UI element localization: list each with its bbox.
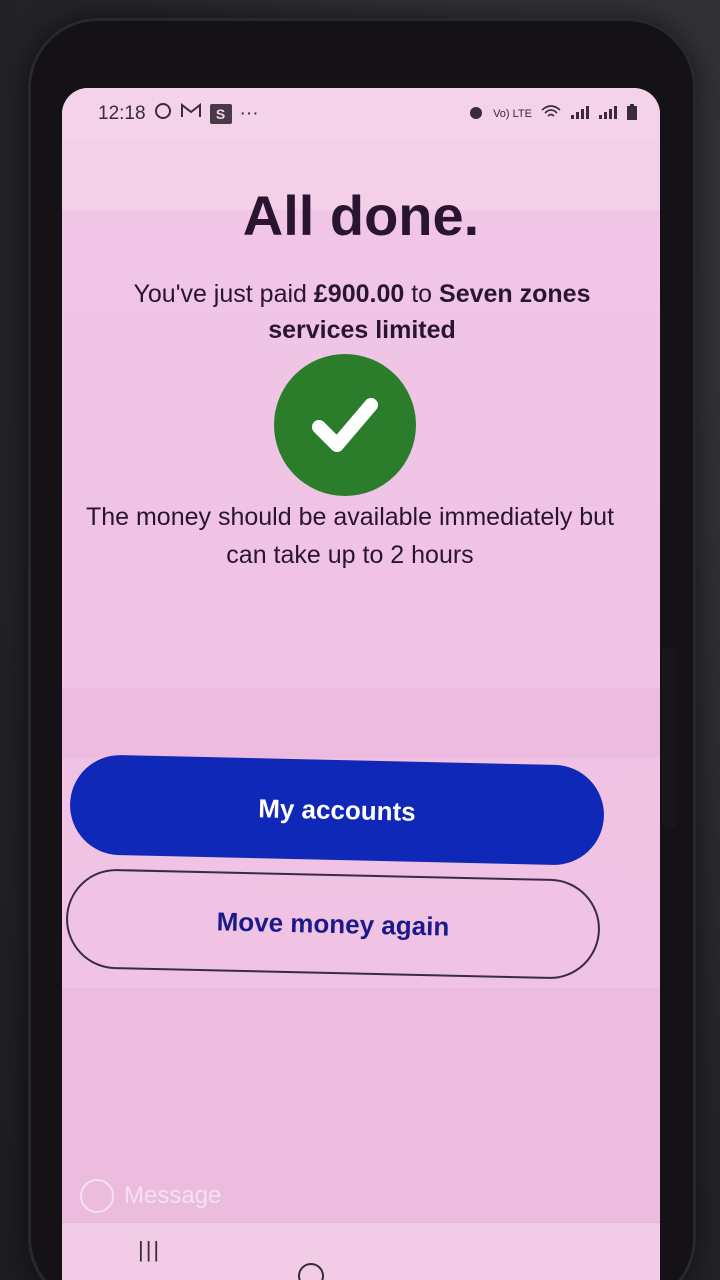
alarm-icon bbox=[467, 103, 485, 125]
message-field: Message bbox=[80, 1168, 440, 1224]
availability-info: The money should be available immediatel… bbox=[85, 503, 615, 569]
my-accounts-button[interactable]: My accounts bbox=[68, 753, 606, 867]
background-overlay bbox=[62, 688, 660, 758]
payment-amount: £900.00 bbox=[313, 280, 405, 308]
status-left: 12:18 S ··· bbox=[98, 102, 259, 126]
navigation-bar: ||| bbox=[62, 1222, 660, 1280]
signal-icon bbox=[570, 104, 590, 124]
page-title: All done. bbox=[242, 184, 480, 247]
recent-apps-button[interactable]: ||| bbox=[138, 1237, 161, 1263]
home-button[interactable] bbox=[298, 1263, 324, 1280]
network-type: Vo) LTE bbox=[493, 108, 532, 120]
wifi-icon bbox=[540, 104, 562, 124]
paid-prefix: You've just paid bbox=[133, 280, 307, 308]
gmail-icon bbox=[180, 102, 202, 125]
emoji-icon bbox=[80, 1179, 114, 1213]
move-money-again-button[interactable]: Move money again bbox=[64, 867, 602, 981]
status-bar: 12:18 S ··· Vo) LTE bbox=[62, 88, 660, 140]
battery-icon bbox=[626, 103, 638, 125]
whatsapp-icon bbox=[154, 102, 172, 126]
phone-side-button bbox=[662, 648, 676, 828]
phone-screen: 12:18 S ··· Vo) LTE All done. You've jus… bbox=[62, 88, 660, 1280]
signal-icon-2 bbox=[598, 104, 618, 124]
s-app-icon: S bbox=[209, 104, 232, 124]
more-notifications: ··· bbox=[239, 103, 259, 124]
status-time: 12:18 bbox=[98, 103, 146, 124]
payment-summary: You've just paid £900.00 to Seven zones … bbox=[92, 276, 632, 348]
status-right: Vo) LTE bbox=[467, 103, 638, 125]
message-placeholder: Message bbox=[124, 1182, 222, 1209]
success-check-icon bbox=[274, 354, 416, 496]
paid-to: to bbox=[411, 280, 433, 308]
